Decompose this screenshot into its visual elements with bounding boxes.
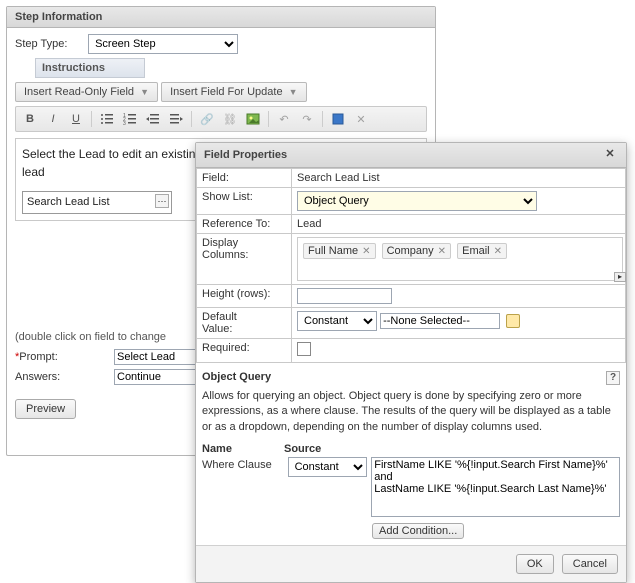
field-properties-dialog: Field Properties ✕ Field: Search Lead Li… xyxy=(195,142,627,583)
undo-button[interactable]: ↶ xyxy=(274,110,294,128)
field-value: Search Lead List xyxy=(292,169,626,188)
default-value-label: DefaultValue: xyxy=(197,308,292,339)
indent-button[interactable] xyxy=(166,110,186,128)
showlist-select[interactable]: Object Query xyxy=(297,191,537,211)
chevron-down-icon: ▼ xyxy=(289,87,298,97)
source-column-header: Source xyxy=(284,443,370,455)
lookup-icon[interactable] xyxy=(506,314,520,328)
image-button[interactable] xyxy=(243,110,263,128)
prompt-label: *Prompt: xyxy=(15,351,110,363)
insert-readonly-label: Insert Read-Only Field xyxy=(24,86,134,98)
ok-button[interactable]: OK xyxy=(516,554,554,574)
field-edit-icon[interactable]: ⋯ xyxy=(155,194,169,208)
default-type-select[interactable]: Constant xyxy=(297,311,377,331)
rich-text-toolbar: B I U 123 🔗 ⛓ ↶ ↷ ✕ xyxy=(15,106,427,132)
remove-tag-icon[interactable]: ✕ xyxy=(438,246,446,257)
name-column-header: Name xyxy=(202,443,284,455)
clear-format-button[interactable]: ✕ xyxy=(351,110,371,128)
outdent-button[interactable] xyxy=(143,110,163,128)
answers-label: Answers: xyxy=(15,371,110,383)
insert-field-for-update-button[interactable]: Insert Field For Update ▼ xyxy=(161,82,306,102)
field-label: Field: xyxy=(197,169,292,188)
field-properties-title: Field Properties xyxy=(204,149,287,161)
help-icon[interactable]: ? xyxy=(606,371,620,385)
close-icon[interactable]: ✕ xyxy=(602,147,618,163)
svg-text:3: 3 xyxy=(123,121,126,126)
object-query-description: Allows for querying an object. Object qu… xyxy=(196,389,626,443)
italic-button[interactable]: I xyxy=(43,110,63,128)
bold-button[interactable]: B xyxy=(20,110,40,128)
insert-update-label: Insert Field For Update xyxy=(170,86,283,98)
expand-handle-icon[interactable]: ▸ xyxy=(614,272,626,282)
step-type-select[interactable]: Screen Step xyxy=(88,34,238,54)
add-condition-button[interactable]: Add Condition... xyxy=(372,523,464,539)
embedded-field[interactable]: Search Lead List ⋯ xyxy=(22,191,172,214)
bullet-list-button[interactable] xyxy=(97,110,117,128)
instructions-header: Instructions xyxy=(35,58,145,78)
numbered-list-button[interactable]: 123 xyxy=(120,110,140,128)
link-button[interactable]: 🔗 xyxy=(197,110,217,128)
where-clause-label: Where Clause xyxy=(202,457,284,471)
height-label: Height (rows): xyxy=(197,285,292,308)
showlist-label: Show List: xyxy=(197,188,292,215)
step-info-title: Step Information xyxy=(15,11,102,23)
display-columns-label: DisplayColumns: xyxy=(197,234,292,285)
default-value-input[interactable] xyxy=(380,313,500,329)
cancel-button[interactable]: Cancel xyxy=(562,554,618,574)
step-info-header: Step Information xyxy=(7,7,435,28)
required-checkbox[interactable] xyxy=(297,342,311,356)
reference-value: Lead xyxy=(292,215,626,234)
remove-tag-icon[interactable]: ✕ xyxy=(362,246,370,257)
step-type-label: Step Type: xyxy=(15,38,85,50)
column-tag[interactable]: Full Name✕ xyxy=(303,243,376,259)
reference-label: Reference To: xyxy=(197,215,292,234)
column-tag[interactable]: Company✕ xyxy=(382,243,451,259)
insert-readonly-field-button[interactable]: Insert Read-Only Field ▼ xyxy=(15,82,158,102)
color-button[interactable] xyxy=(328,110,348,128)
preview-button[interactable]: Preview xyxy=(15,399,76,419)
display-columns-box[interactable]: Full Name✕ Company✕ Email✕ xyxy=(297,237,623,281)
height-input[interactable] xyxy=(297,288,392,304)
where-clause-textarea[interactable] xyxy=(371,457,620,517)
object-query-heading: Object Query xyxy=(202,371,271,385)
redo-button[interactable]: ↷ xyxy=(297,110,317,128)
underline-button[interactable]: U xyxy=(66,110,86,128)
unlink-button[interactable]: ⛓ xyxy=(220,110,240,128)
embedded-field-label: Search Lead List xyxy=(27,196,110,208)
remove-tag-icon[interactable]: ✕ xyxy=(494,246,502,257)
column-tag[interactable]: Email✕ xyxy=(457,243,507,259)
source-type-select[interactable]: Constant xyxy=(288,457,368,477)
chevron-down-icon: ▼ xyxy=(140,87,149,97)
required-label: Required: xyxy=(197,339,292,363)
